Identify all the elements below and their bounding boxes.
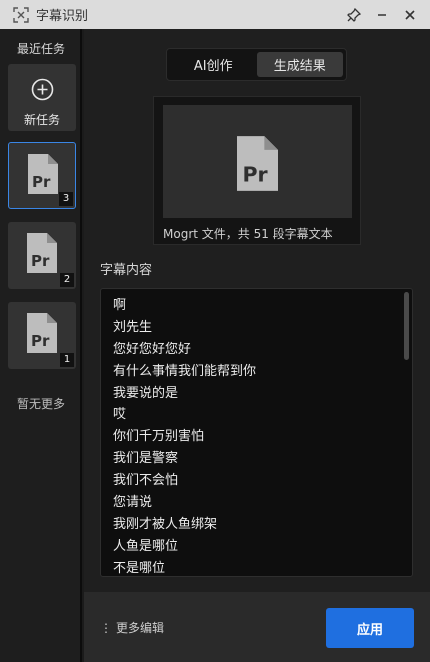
no-more-text: 暂无更多 [16, 397, 65, 411]
scrollbar-thumb[interactable] [404, 292, 409, 360]
more-edit-label: 更多编辑 [116, 621, 165, 635]
tab-ai-create[interactable]: AI创作 [170, 52, 257, 77]
svg-text:Pr: Pr [32, 173, 51, 191]
recent-task-item[interactable]: Pr 3 [8, 142, 76, 209]
title-bar: 字幕识别 [0, 0, 430, 29]
subtitle-line: 我要说的是 [113, 385, 179, 401]
footer-bar: ⋮ 更多编辑 应用 [84, 592, 430, 662]
sidebar-heading: 最近任务 [16, 42, 65, 56]
subtitle-line: 人鱼是哪位 [113, 538, 179, 554]
task-count-badge: 3 [59, 192, 73, 206]
pin-button[interactable] [340, 0, 368, 29]
subtitle-line: 我们不会怕 [113, 473, 179, 489]
minimize-icon [378, 13, 386, 16]
result-preview[interactable]: Pr Mogrt 文件，共 51 段字幕文本 [153, 96, 361, 245]
main-panel: AI创作 生成结果 Pr Mogrt 文件，共 51 段字幕文本 字幕内容 啊刘… [84, 29, 430, 662]
subtitle-line: 不是哪位 [113, 560, 166, 576]
subtitle-line: 您好您好您好 [113, 341, 192, 357]
subtitle-line: 刘先生 [113, 319, 153, 335]
new-task-label: 新任务 [23, 113, 60, 127]
more-vertical-icon: ⋮ [100, 620, 112, 635]
plus-circle-icon [31, 78, 54, 101]
svg-text:Pr: Pr [242, 162, 268, 186]
recent-tasks-sidebar: 最近任务 新任务 Pr 3 Pr 2 Pr 1 暂无更多 [0, 29, 82, 662]
subtitle-list: 啊刘先生您好您好您好有什么事情我们能帮到你 我要说的是哎你们千万别害怕 我们是警察我… [101, 289, 412, 576]
window-title: 字幕识别 [36, 9, 89, 24]
subtitle-line: 你们千万别害怕 [113, 429, 205, 445]
close-button[interactable] [396, 0, 424, 29]
new-task-button[interactable]: 新任务 [8, 64, 76, 131]
scan-icon [13, 6, 29, 23]
subtitle-text-area[interactable]: 啊刘先生您好您好您好有什么事情我们能帮到你 我要说的是哎你们千万别害怕 我们是警察我… [100, 288, 413, 577]
preview-thumbnail: Pr [163, 105, 352, 218]
task-count-badge: 1 [60, 353, 74, 367]
subtitle-line: 哎 [113, 407, 127, 423]
premiere-file-icon: Pr [27, 313, 57, 353]
pin-icon [347, 7, 361, 22]
more-edit-button[interactable]: ⋮ 更多编辑 [100, 619, 164, 636]
minimize-button[interactable] [368, 0, 396, 29]
subtitle-line: 我刚才被人鱼绑架 [113, 516, 218, 532]
premiere-file-icon: Pr [27, 233, 57, 273]
subtitle-line: 您请说 [113, 495, 153, 511]
preview-caption: Mogrt 文件，共 51 段字幕文本 [163, 227, 333, 241]
svg-text:Pr: Pr [31, 332, 50, 350]
task-count-badge: 2 [60, 273, 74, 287]
premiere-file-icon: Pr [28, 154, 58, 194]
premiere-file-icon: Pr [237, 136, 278, 191]
recent-task-item[interactable]: Pr 1 [8, 302, 76, 369]
subtitle-section-title: 字幕内容 [100, 263, 153, 278]
tab-result[interactable]: 生成结果 [256, 52, 343, 77]
svg-text:Pr: Pr [31, 252, 50, 270]
subtitle-line: 啊 [113, 298, 127, 313]
subtitle-line: 有什么事情我们能帮到你 [113, 363, 257, 379]
close-icon [405, 9, 415, 20]
subtitle-line: 我们是警察 [113, 451, 179, 467]
recent-task-item[interactable]: Pr 2 [8, 222, 76, 289]
mode-tabs: AI创作 生成结果 [166, 48, 347, 81]
apply-button[interactable]: 应用 [326, 608, 414, 648]
